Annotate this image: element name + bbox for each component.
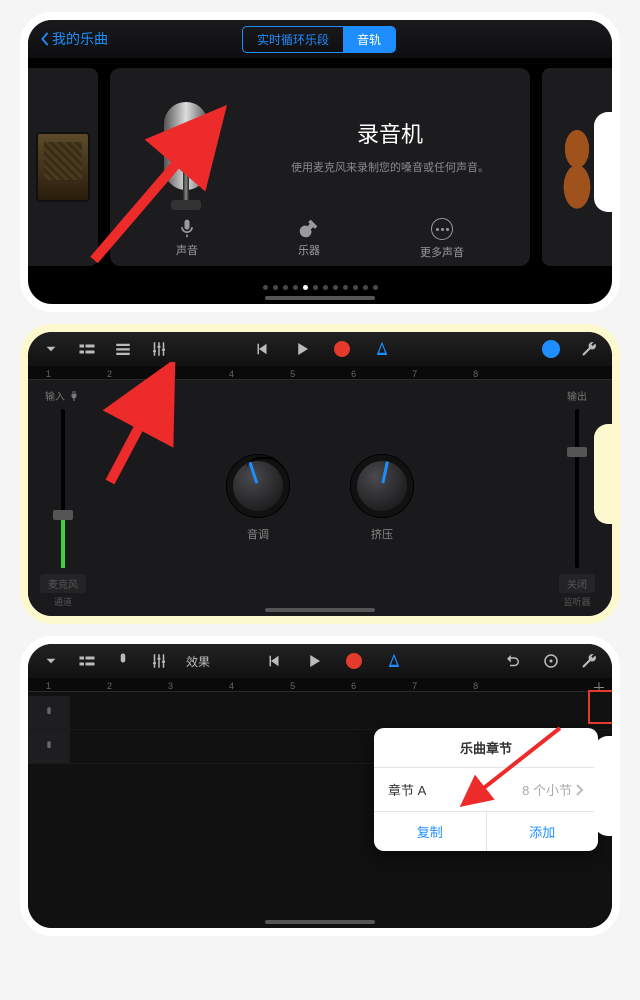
input-label: 输入	[45, 388, 65, 403]
violin-icon	[557, 122, 597, 212]
record-button[interactable]	[341, 650, 367, 672]
more-icon	[431, 218, 453, 240]
pitch-knob[interactable]: 音调	[226, 454, 290, 542]
toolbar: 效果	[28, 644, 612, 678]
undo-button[interactable]	[500, 650, 526, 672]
screenshot-3-song-sections: 效果 12345678 ＋ 乐曲章节 章节 A	[20, 636, 620, 936]
chevron-left-icon	[40, 32, 50, 46]
toolbar	[28, 332, 612, 366]
browser-dropdown[interactable]	[38, 338, 64, 360]
microphone-icon	[164, 102, 208, 190]
device-notch	[594, 736, 620, 836]
output-label: 输出	[567, 388, 587, 403]
device-notch	[594, 112, 620, 212]
view-toggle[interactable]	[74, 650, 100, 672]
track-mic-button[interactable]	[110, 650, 136, 672]
mic-icon	[177, 218, 197, 238]
back-button[interactable]: 我的乐曲	[40, 29, 108, 49]
seg-tracks[interactable]: 音轨	[343, 27, 395, 52]
track-row[interactable]	[28, 696, 612, 730]
home-indicator	[265, 296, 375, 300]
card-title: 录音机	[266, 117, 514, 149]
duplicate-button[interactable]: 复制	[374, 812, 487, 851]
tab-more-sounds[interactable]: 更多声音	[420, 218, 464, 260]
input-level: 输入 麦克风 通道	[28, 380, 98, 616]
mixer-button[interactable]	[146, 650, 172, 672]
timeline-ruler[interactable]: 12345678 ＋	[28, 678, 612, 692]
tab-instrument[interactable]: 乐器	[298, 218, 320, 260]
guitar-icon	[299, 218, 319, 238]
record-button[interactable]	[329, 338, 355, 360]
back-label: 我的乐曲	[52, 29, 108, 49]
rewind-button[interactable]	[249, 338, 275, 360]
chevron-right-icon	[576, 784, 584, 796]
rewind-button[interactable]	[261, 650, 287, 672]
wrench-icon	[580, 340, 598, 358]
timeline-ruler[interactable]: 12345678	[28, 366, 612, 380]
tracks-button[interactable]	[110, 338, 136, 360]
prev-instrument-card[interactable]	[28, 68, 98, 266]
settings-button[interactable]	[576, 338, 602, 360]
play-button[interactable]	[289, 338, 315, 360]
device-notch	[594, 424, 620, 524]
knob-icon	[350, 454, 414, 518]
metronome-button[interactable]	[369, 338, 395, 360]
song-sections-popup: 乐曲章节 章节 A 8 个小节 复制 添加	[374, 728, 598, 851]
mic-icon	[42, 706, 56, 720]
section-row[interactable]: 章节 A 8 个小节	[374, 768, 598, 812]
monitor-chip[interactable]: 关闭	[559, 574, 595, 593]
squeeze-knob[interactable]: 挤压	[350, 454, 414, 542]
view-toggle[interactable]	[74, 338, 100, 360]
input-slider[interactable]	[61, 409, 65, 568]
popup-title: 乐曲章节	[374, 728, 598, 768]
amp-icon	[36, 132, 90, 202]
top-nav: 我的乐曲 实时循环乐段 音轨	[28, 20, 612, 58]
segmented-control[interactable]: 实时循环乐段 音轨	[242, 26, 396, 53]
screenshot-2-recorder-controls: 12345678 输入 麦克风 通道 音调 挤压 输出 关闭 监听器	[20, 324, 620, 624]
loop-icon	[542, 340, 560, 358]
add-button[interactable]: 添加	[487, 812, 599, 851]
settings-button[interactable]	[576, 650, 602, 672]
home-indicator	[265, 608, 375, 612]
home-indicator	[265, 920, 375, 924]
knob-icon	[226, 454, 290, 518]
instrument-carousel[interactable]: 录音机 使用麦克风来录制您的嗓音或任何声音。 声音 乐器 更多声音	[28, 58, 612, 266]
browser-dropdown[interactable]	[38, 650, 64, 672]
audio-recorder-card[interactable]: 录音机 使用麦克风来录制您的嗓音或任何声音。 声音 乐器 更多声音	[110, 68, 530, 266]
loop-browser-button[interactable]	[538, 650, 564, 672]
play-button[interactable]	[301, 650, 327, 672]
fx-button[interactable]: 效果	[186, 653, 210, 670]
seg-live-loops[interactable]: 实时循环乐段	[243, 27, 343, 52]
metronome-button[interactable]	[381, 650, 407, 672]
mic-icon	[42, 740, 56, 754]
card-subtitle: 使用麦克风来录制您的嗓音或任何声音。	[266, 159, 514, 175]
output-slider[interactable]	[575, 409, 579, 568]
plug-icon	[69, 390, 81, 402]
screenshot-1-instrument-browser: 我的乐曲 实时循环乐段 音轨 录音机 使用麦克风来录制您的嗓音或任何声音。	[20, 12, 620, 312]
mic-chip[interactable]: 麦克风	[40, 574, 86, 593]
section-length: 8 个小节	[522, 780, 572, 799]
recorder-subtabs: 声音 乐器 更多声音	[126, 214, 514, 260]
loop-browser-button[interactable]	[538, 338, 564, 360]
page-dots	[28, 285, 612, 290]
section-name: 章节 A	[388, 780, 426, 799]
mixer-button[interactable]	[146, 338, 172, 360]
tab-voice[interactable]: 声音	[176, 218, 198, 260]
